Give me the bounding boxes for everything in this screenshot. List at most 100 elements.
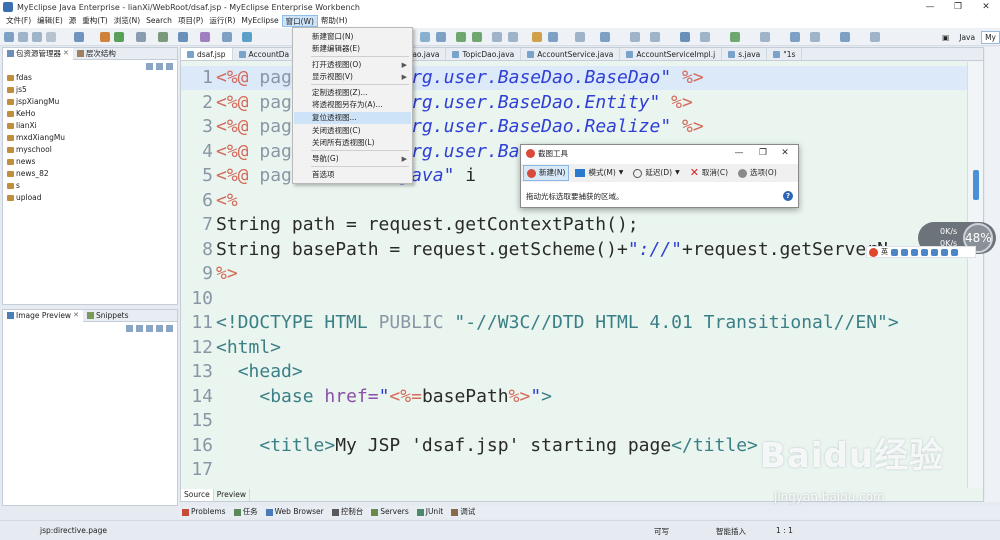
external-tools-icon[interactable] [178,32,188,42]
editor-tab[interactable]: "1s [767,48,803,60]
zoom-fit-icon[interactable] [126,324,133,332]
globe-icon[interactable] [242,32,252,42]
tab-source[interactable]: Source [181,489,214,501]
window-menu-item[interactable]: 定制透视图(Z)... [294,87,411,99]
history-icon[interactable] [548,32,558,42]
menu-edit[interactable]: 编辑(E) [34,15,66,27]
link-editor-icon[interactable] [156,62,163,70]
tree-item-project[interactable]: fdas [3,72,177,84]
tree-item-project[interactable]: jspXiangMu [3,96,177,108]
editor-vertical-scrollbar[interactable] [967,62,983,488]
tree-item-project[interactable]: KeHo [3,108,177,120]
tool-e-icon[interactable] [730,32,740,42]
forward-icon[interactable] [508,32,518,42]
chevron-down-icon[interactable]: ▼ [619,166,624,180]
tool-d-icon[interactable] [700,32,710,42]
toolbox-icon[interactable] [941,248,948,256]
perspective-java[interactable]: Java [955,31,979,44]
editor-tab[interactable]: dsaf.jsp [181,48,233,60]
tool-j-icon[interactable] [870,32,880,42]
tree-item-project[interactable]: myschool [3,144,177,156]
microphone-icon[interactable] [911,248,918,256]
tree-item-project[interactable]: mxdXiangMu [3,132,177,144]
close-icon[interactable]: ✕ [63,48,69,59]
maximize-button[interactable]: ❐ [944,0,972,14]
tree-item-project[interactable]: s [3,180,177,192]
tree-item-project[interactable]: upload [3,192,177,204]
new-java-icon[interactable] [200,32,210,42]
back-icon[interactable] [492,32,502,42]
bottom-view-tab[interactable]: Web Browser [262,506,328,518]
tab-hierarchy[interactable]: 层次结构 [73,48,120,60]
emoji-icon[interactable] [901,248,908,256]
menu-source[interactable]: 源 [66,15,80,27]
bottom-view-tab[interactable]: JUnit [413,506,447,518]
menu-myeclipse[interactable]: MyEclipse [238,15,281,27]
zoom-in-icon[interactable] [136,324,143,332]
menu-search[interactable]: Search [143,15,175,27]
code-line[interactable]: 11 <!DOCTYPE HTML PUBLIC "-//W3C//DTD HTM… [181,311,967,335]
view-menu-icon[interactable] [166,324,173,332]
chevron-down-icon[interactable]: ▼ [675,166,680,180]
bottom-view-tab[interactable]: 任务 [230,506,262,518]
rotate-icon[interactable] [156,324,163,332]
bottom-view-tab[interactable]: 控制台 [328,506,368,518]
window-menu-item[interactable]: 导航(G) ▶ [294,153,411,165]
tab-preview[interactable]: Preview [214,489,250,501]
annotation-next-icon[interactable] [456,32,466,42]
window-menu-item[interactable]: 复位透视图... [294,112,411,124]
punctuation-icon[interactable] [891,248,898,256]
new-icon[interactable] [4,32,14,42]
menu-file[interactable]: 文件(F) [3,15,34,27]
editor-tab[interactable]: AccountServiceImpl.j [620,48,723,60]
perspective-myeclipse[interactable]: My [981,30,1000,44]
tool-g-icon[interactable] [790,32,800,42]
open-type-icon[interactable] [136,32,146,42]
snip-delay-button[interactable]: 延迟(D) ▼ [629,165,683,181]
tab-image-preview[interactable]: Image Preview ✕ [3,309,83,322]
code-line[interactable]: 13 <head> [181,360,967,384]
run-icon[interactable] [114,32,124,42]
tool-c-icon[interactable] [680,32,690,42]
help-icon[interactable]: ? [783,191,793,201]
tool-i-icon[interactable] [840,32,850,42]
tool-f-icon[interactable] [760,32,770,42]
code-line[interactable]: 8 String basePath = request.getScheme()+"… [181,238,967,262]
bottom-view-tab[interactable]: Servers [367,506,413,518]
snip-close-button[interactable]: ✕ [774,145,796,161]
close-icon[interactable]: ✕ [73,310,79,321]
window-menu-item[interactable]: 将透视图另存为(A)... [294,99,411,111]
server-icon[interactable] [74,32,84,42]
open-task-icon[interactable] [436,32,446,42]
editor-tab[interactable]: AccountDa [233,48,297,60]
minimize-button[interactable]: — [916,0,944,14]
menu-navigate[interactable]: 浏览(N) [111,15,143,27]
toggle-mark-icon[interactable] [575,32,585,42]
snip-maximize-button[interactable]: ❐ [752,145,774,161]
menu-refactor[interactable]: 重构(T) [79,15,110,27]
search-icon[interactable] [420,32,430,42]
sogou-logo-icon[interactable] [869,247,878,257]
window-menu-item[interactable]: 新建窗口(N) [294,31,411,43]
snip-minimize-button[interactable]: — [728,145,750,161]
tree-item-project[interactable]: lianXi [3,120,177,132]
code-line[interactable]: 14 <base href="<%=basePath%>"> [181,385,967,409]
new-package-icon[interactable] [222,32,232,42]
snip-mode-button[interactable]: 模式(M) ▼ [571,165,627,181]
editor-tab[interactable]: s.java [722,48,768,60]
save-icon[interactable] [18,32,28,42]
pin-icon[interactable] [532,32,542,42]
editor-tab[interactable]: TopicDao.java [446,48,522,60]
editor-tab[interactable]: AccountService.java [521,48,621,60]
tree-item-project[interactable]: js5 [3,84,177,96]
window-menu-item[interactable]: 关闭所有透视图(L) [294,137,411,149]
zoom-out-icon[interactable] [146,324,153,332]
window-menu-item[interactable]: 打开透视图(O) ▶ [294,59,411,71]
view-menu-icon[interactable] [166,62,173,70]
bottom-view-tab[interactable]: 调试 [447,506,479,518]
menu-grid-icon[interactable] [951,248,958,256]
tab-snippets[interactable]: Snippets [83,310,133,322]
ime-language[interactable]: 英 [881,247,888,257]
tree-item-project[interactable]: news_82 [3,168,177,180]
open-perspective-icon[interactable]: ▣ [938,31,953,44]
